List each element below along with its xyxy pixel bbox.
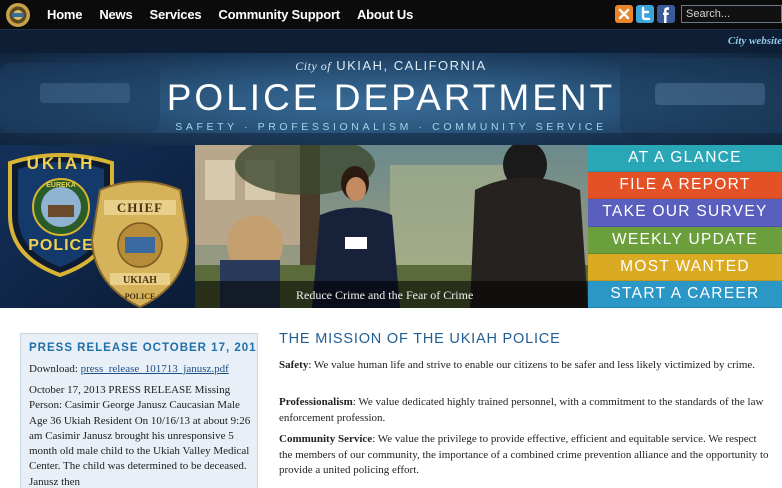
mission-term: Professionalism: [279, 396, 353, 408]
nav-services[interactable]: Services: [150, 7, 202, 22]
city-prefix: City of: [295, 59, 332, 73]
ukiah-badge-icon[interactable]: [3, 2, 33, 28]
quick-link-take-our-survey[interactable]: TAKE OUR SURVEY: [588, 199, 782, 227]
press-download-line: Download: press_release_101713_janusz.pd…: [29, 363, 229, 375]
city-name: UKIAH, CALIFORNIA: [336, 58, 487, 73]
mission-term: Safety: [279, 359, 309, 371]
mission-title: THE MISSION OF THE UKIAH POLICE: [279, 331, 561, 347]
quick-link-at-a-glance[interactable]: AT A GLANCE: [588, 145, 782, 173]
press-release-panel: PRESS RELEASE OCTOBER 17, 2013 Download:…: [20, 333, 258, 488]
nav-news[interactable]: News: [99, 7, 132, 22]
nav-community-support[interactable]: Community Support: [218, 7, 340, 22]
chief-ukiah-text: UKIAH: [123, 275, 157, 286]
mission-community-service: Community Service: We value the privileg…: [279, 432, 771, 479]
search-input[interactable]: [681, 5, 782, 23]
page-title: POLICE DEPARTMENT: [166, 77, 616, 118]
press-download-link[interactable]: press_release_101713_janusz.pdf: [81, 363, 229, 375]
motto: SAFETY · PROFESSIONALISM · COMMUNITY SER…: [175, 121, 607, 133]
quick-link-weekly-update[interactable]: WEEKLY UPDATE: [588, 226, 782, 254]
quick-link-most-wanted[interactable]: MOST WANTED: [588, 253, 782, 281]
facebook-icon[interactable]: [657, 5, 675, 23]
quick-links: AT A GLANCE FILE A REPORT TAKE OUR SURVE…: [588, 145, 782, 309]
press-release-title[interactable]: PRESS RELEASE OCTOBER 17, 2013: [29, 342, 257, 354]
twitter-icon[interactable]: [636, 5, 654, 23]
nav-home[interactable]: Home: [47, 7, 83, 22]
ticker-bar: City website: [0, 29, 782, 53]
header-banner: City of UKIAH, CALIFORNIA POLICE DEPARTM…: [0, 53, 782, 145]
ticker-text[interactable]: City website: [728, 35, 782, 47]
download-label: Download:: [29, 363, 78, 375]
mission-safety: Safety: We value human life and strive t…: [279, 358, 771, 374]
x-icon[interactable]: [615, 5, 633, 23]
chief-text: CHIEF: [117, 200, 163, 215]
hero-caption: Reduce Crime and the Fear of Crime: [296, 288, 474, 302]
mission-professionalism: Professionalism: We value dedicated high…: [279, 395, 771, 426]
top-navigation-bar: Home News Services Community Support Abo…: [0, 0, 782, 29]
main-menu: Home News Services Community Support Abo…: [47, 0, 430, 29]
patch-eureka-text: EUREKA: [46, 182, 76, 189]
mission-term: Community Service: [279, 433, 373, 445]
nav-about-us[interactable]: About Us: [357, 7, 413, 22]
quick-link-start-a-career[interactable]: START A CAREER: [588, 280, 782, 309]
quick-link-file-a-report[interactable]: FILE A REPORT: [588, 172, 782, 200]
patch-police-text: POLICE: [28, 237, 94, 254]
mission-text: : We value human life and strive to enab…: [308, 359, 756, 371]
patch-ukiah-text: UKIAH: [27, 154, 96, 173]
chief-police-text: POLICE: [125, 292, 156, 301]
press-release-body: October 17, 2013 PRESS RELEASE Missing P…: [29, 384, 251, 488]
city-line: City of UKIAH, CALIFORNIA: [0, 58, 782, 74]
